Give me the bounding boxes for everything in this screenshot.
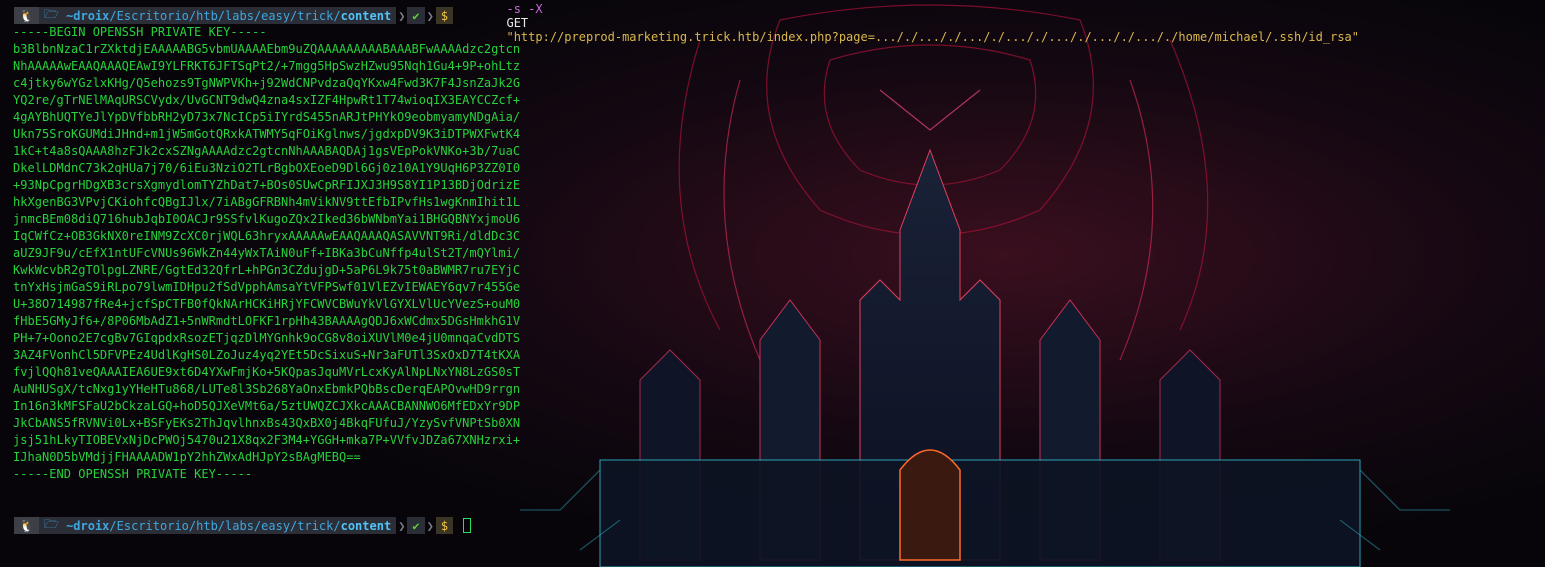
output-line: DkelLDMdnC73k2qHUa7j70/6iEu3NziO2TLrBgbO…	[13, 161, 521, 175]
cwd-segment: 🗁 ~droix/Escritorio/htb/labs/easy/trick/…	[38, 517, 397, 534]
prompt-symbol: $	[435, 7, 454, 24]
shell-prompt[interactable]: 🐧 🗁 ~droix/Escritorio/htb/labs/easy/tric…	[14, 517, 472, 534]
path-home: ~droix	[66, 518, 110, 533]
output-line: jnmcBEm08diQ716hubJqbI0OACJr9SSfvlKugoZQ…	[13, 212, 521, 226]
output-line: -----BEGIN OPENSSH PRIVATE KEY-----	[13, 25, 267, 39]
output-line: hkXgenBG3VPvjCKiohfcQBgIJlx/7iABgGFRBNh4…	[13, 195, 521, 209]
output-line: tnYxHsjmGaS9iRLpo79lwmIDHpu2fSdVpphAmsaY…	[13, 280, 521, 294]
output-line: 1kC+t4a8sQAAA8hzFJk2cxSZNgAAAAdzc2gtcnNh…	[13, 144, 521, 158]
folder-icon: 🗁	[43, 517, 67, 531]
output-line: 4gAYBhUQTYeJlYpDVfbbRH2yD73x7NcICp5iIYrd…	[13, 110, 521, 124]
output-line: jsj51hLkyTIOBEVxNjDcPWOj5470u21X8qx2F3M4…	[13, 433, 521, 447]
output-line: PH+7+Oono2E7cgBv7GIqpdxRsozETjqzDlMYGnhk…	[13, 331, 521, 345]
output-line: IJhaN0D5bVMdjjFHAAAADW1pY2hhZWxAdHJpY2sB…	[13, 450, 361, 464]
path-middle: /Escritorio/htb/labs/easy/trick/	[109, 8, 341, 23]
folder-icon: 🗁	[43, 7, 67, 21]
output-line: IqCWfCz+OB3GkNX0reINM9ZcXC0rjWQL63hryxAA…	[13, 229, 521, 243]
text-cursor[interactable]	[463, 518, 472, 533]
cwd-segment: 🗁 ~droix/Escritorio/htb/labs/easy/trick/…	[38, 7, 397, 24]
command-method: GET	[506, 15, 529, 30]
output-line: fvjlQQh81veQAAAIEA6UE9xt6D4YXwFmjKo+5KQp…	[13, 365, 521, 379]
output-line: 3AZ4FVonhCl5DFVPEz4UdlKgHS0LZoJuz4yq2YEt…	[13, 348, 521, 362]
output-line: KwkWcvbR2gTOlpgLZNRE/GgtEd32QfrL+hPGn3CZ…	[13, 263, 521, 277]
command-line: curl -s -X GET "http://preprod-marketing…	[463, 0, 1359, 58]
output-line: Ukn75SroKGUMdiJHnd+m1jW5mGotQRxkATWMY5qF…	[13, 127, 521, 141]
path-current-dir: content	[340, 518, 392, 533]
path-current-dir: content	[340, 8, 392, 23]
command-flags: -s -X	[506, 1, 543, 16]
command-url: "http://preprod-marketing.trick.htb/inde…	[506, 29, 1359, 44]
chevron-right-icon: ❯	[426, 8, 434, 23]
output-line: aUZ9JF9u/cEfX1ntUFcVNUs96WkZn44yWxTAiN0u…	[13, 246, 521, 260]
linux-penguin-icon: 🐧	[14, 7, 39, 24]
chevron-right-icon: ❯	[398, 8, 406, 23]
prompt-symbol: $	[435, 517, 454, 534]
output-line: U+38O714987fRe4+jcfSpCTFB0fQkNArHCKiHRjY…	[13, 297, 521, 311]
chevron-right-icon: ❯	[398, 518, 406, 533]
output-line: In16n3kMFSFaU2bCkzaLGQ+hoD5QJXeVMt6a/5zt…	[13, 399, 521, 413]
output-line: AuNHUSgX/tcNxg1yYHeHTu868/LUTe8l3Sb268Ya…	[13, 382, 521, 396]
path-middle: /Escritorio/htb/labs/easy/trick/	[109, 518, 341, 533]
output-line: NhAAAAAwEAAQAAAQEAwI9YLFRKT6JFTSqPt2/+7m…	[13, 59, 521, 73]
output-line: JkCbANS5fRVNVi0Lx+BSFyEKs2ThJqvlhnxBs43Q…	[13, 416, 521, 430]
output-line: -----END OPENSSH PRIVATE KEY-----	[13, 467, 253, 481]
output-line: YQ2re/gTrNElMAqURSCVydx/UvGCNT9dwQ4zna4s…	[13, 93, 521, 107]
terminal-window: 🐧 🗁 ~droix/Escritorio/htb/labs/easy/tric…	[0, 0, 1545, 567]
check-icon: ✔	[407, 517, 425, 534]
chevron-right-icon: ❯	[426, 518, 434, 533]
linux-penguin-icon: 🐧	[14, 517, 39, 534]
output-line: c4jtky6wYGzlxKHg/Q5ehozs9TgNWPVKh+j92WdC…	[13, 76, 521, 90]
shell-prompt: 🐧 🗁 ~droix/Escritorio/htb/labs/easy/tric…	[14, 0, 1359, 44]
check-icon: ✔	[407, 7, 425, 24]
path-home: ~droix	[66, 8, 110, 23]
output-line: b3BlbnNzaC1rZXktdjEAAAAABG5vbmUAAAAEbm9u…	[13, 42, 521, 56]
output-line: +93NpCpgrHDgXB3crsXgmydlomTYZhDat7+BOs0S…	[13, 178, 521, 192]
output-line: fHbE5GMyJf6+/8P06MbAdZ1+5nWRmdtLOFKF1rpH…	[13, 314, 521, 328]
